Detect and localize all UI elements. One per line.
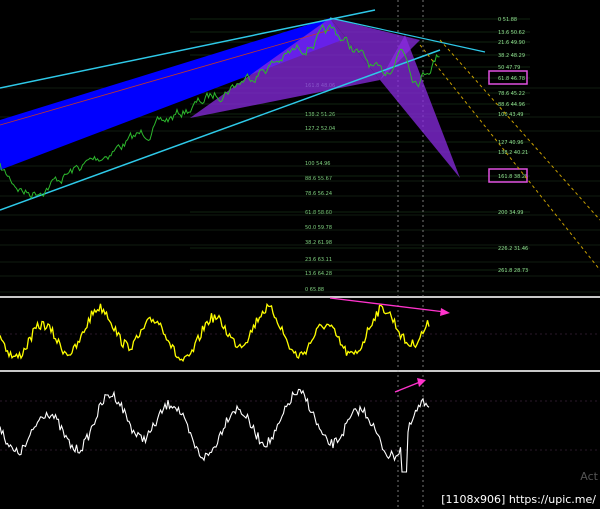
fib-level-label: 138.2 40.21 [498,150,528,156]
fib-level-label: 61.8 46.78 [498,76,525,82]
fib-level-label: 88.6 44.96 [498,102,525,108]
fib-level-label: 0 51.88 [498,17,517,23]
fib-level-label: 161.8 38.25 [498,174,528,180]
fib-level-label: 88.6 55.67 [305,176,332,182]
fib-level-label: 100 43.49 [498,112,523,118]
fib-level-label: 38.2 61.98 [305,240,332,246]
fib-level-label: 127.2 52.04 [305,126,335,132]
fib-level-label: 261.8 28.73 [498,268,528,274]
fib-level-label: 50 47.79 [498,65,520,71]
fib-level-label: 200 34.99 [498,210,523,216]
fib-level-label: 13.6 64.28 [305,271,332,277]
footer-caption: [1108x906] https://upic.me/ [441,493,596,506]
fib-level-label: 127 40.96 [498,140,523,146]
fib-level-label: 23.6 63.11 [305,257,332,263]
fib-level-label: 0 65.88 [305,287,324,293]
fib-level-label: 78.6 56.24 [305,191,332,197]
fib-level-label: 78.6 45.22 [498,91,525,97]
fib-level-label: 138.2 51.26 [305,112,335,118]
chart-canvas: 161.8 48.06138.2 51.26127.2 52.04100 54.… [0,0,600,509]
watermark-text: Act [580,470,598,483]
fib-level-label: 21.6 49.90 [498,40,525,46]
fib-level-label: 38.2 48.29 [498,53,525,59]
fib-level-label: 61.8 58.60 [305,210,332,216]
fib-level-label: 100 54.96 [305,161,330,167]
fib-level-label: 50.0 59.78 [305,225,332,231]
fib-level-label: 226.2 31.46 [498,246,528,252]
fib-level-label: 13.6 50.62 [498,30,525,36]
